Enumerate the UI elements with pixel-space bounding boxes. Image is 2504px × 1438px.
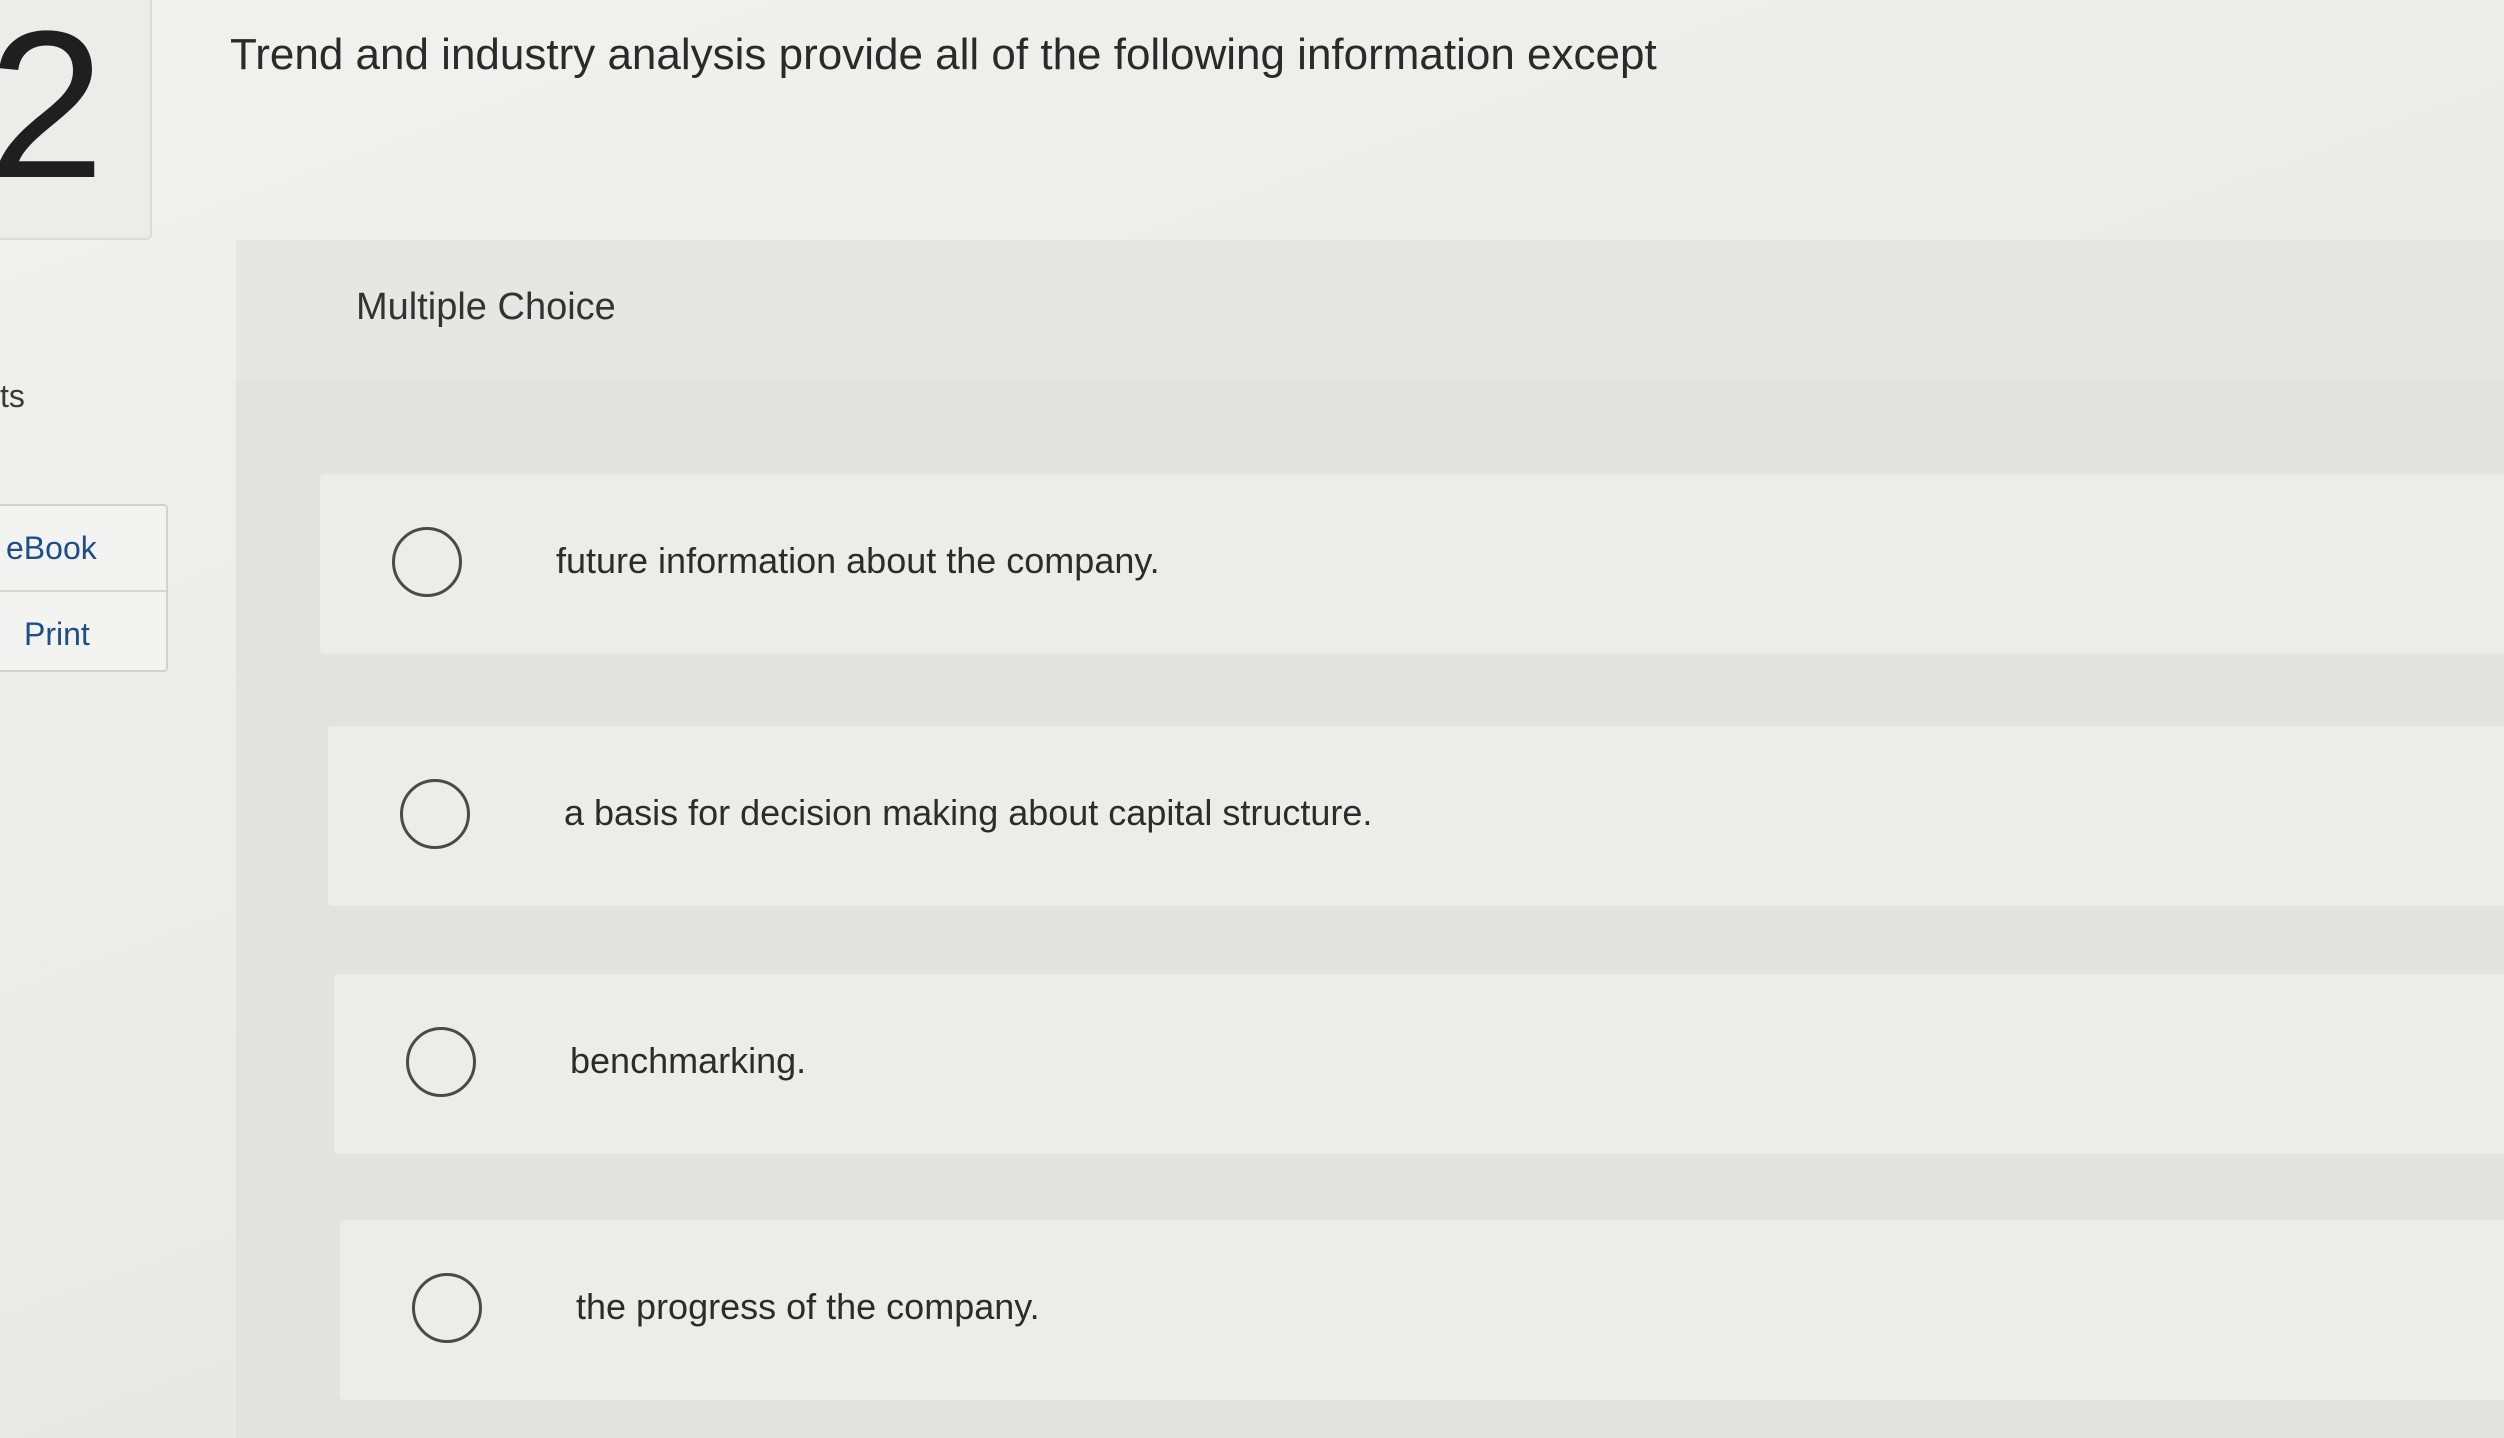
choice-option[interactable]: benchmarking.: [334, 974, 2504, 1154]
question-text: Trend and industry analysis provide all …: [230, 30, 1657, 79]
choice-label: benchmarking.: [570, 1040, 807, 1081]
choice-label: future information about the company.: [556, 540, 1160, 581]
assignment-page: 2 ts eBook Print Trend and industry anal…: [0, 0, 2504, 1438]
choice-label: the progress of the company.: [576, 1286, 1040, 1327]
choice-label: a basis for decision making about capita…: [564, 792, 1373, 833]
choice-option[interactable]: future information about the company.: [320, 474, 2504, 654]
answer-type-header: Multiple Choice: [236, 240, 2504, 380]
answer-type-label: Multiple Choice: [356, 286, 616, 328]
choice-option[interactable]: a basis for decision making about capita…: [328, 726, 2504, 906]
answer-panel: Multiple Choice future information about…: [236, 240, 2504, 1438]
resource-divider: [0, 590, 166, 592]
radio-button-icon[interactable]: [400, 779, 470, 849]
radio-button-icon[interactable]: [392, 527, 462, 597]
resource-panel: eBook Print: [0, 504, 168, 672]
radio-button-icon[interactable]: [412, 1273, 482, 1343]
choice-option[interactable]: the progress of the company.: [340, 1220, 2504, 1400]
question-number: 2: [0, 0, 105, 222]
radio-button-icon[interactable]: [406, 1027, 476, 1097]
ebook-link[interactable]: eBook: [6, 530, 164, 567]
points-label: ts: [0, 378, 25, 414]
print-link[interactable]: Print: [24, 616, 182, 653]
